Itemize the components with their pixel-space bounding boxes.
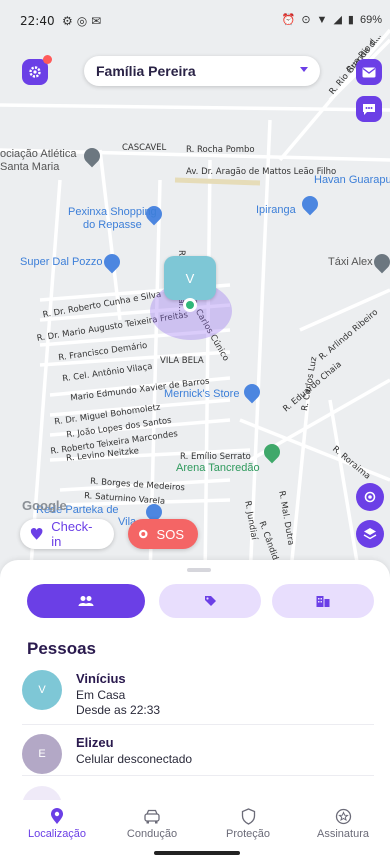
status-right-icons: ⏰ ⊙ ▼ ◢ ▮ 69% <box>281 13 382 27</box>
poi-peixinxa[interactable]: Pexinxa Shopping do Repasse <box>68 206 157 232</box>
poi-ipiranga[interactable]: Ipiranga <box>256 204 296 216</box>
star-badge-icon <box>335 808 351 825</box>
alarm-icon: ⏰ <box>281 14 296 26</box>
nav-protecao[interactable]: Proteção <box>203 808 293 840</box>
chat-bubble-icon <box>363 103 375 115</box>
person-status: Em Casa <box>76 688 126 702</box>
poi-havan[interactable]: Havan Guarapu <box>314 174 390 186</box>
recenter-button[interactable] <box>356 483 384 511</box>
heart-pin-icon <box>30 527 43 540</box>
battery-percent: 69% <box>359 13 382 26</box>
lifebuoy-icon <box>138 529 148 539</box>
sheet-drag-handle[interactable] <box>187 568 211 572</box>
person-row[interactable]: E Elizeu Celular desconectado <box>22 734 372 794</box>
location-icon: ⊙ <box>301 14 311 26</box>
tab-devices[interactable] <box>159 584 261 618</box>
family-name: Família Pereira <box>96 63 196 79</box>
nav-localizacao[interactable]: Localização <box>12 808 102 840</box>
tab-places[interactable] <box>272 584 374 618</box>
street-label: R. Rocha Pombo <box>186 145 255 155</box>
family-selector[interactable]: Família Pereira <box>84 56 320 86</box>
sos-label: SOS <box>156 526 184 542</box>
street-label: CASCAVEL <box>122 143 167 153</box>
layers-button[interactable] <box>356 520 384 548</box>
notification-dot <box>43 55 52 64</box>
signal-icon: ◢ <box>333 14 342 26</box>
person-since: Desde as 22:33 <box>76 703 161 717</box>
gear-icon <box>29 66 41 78</box>
avatar: E <box>22 734 62 774</box>
poi-mernicks[interactable]: Mernick's Store <box>164 388 239 400</box>
mail-button[interactable] <box>356 59 382 85</box>
checkin-label: Check-in <box>51 519 93 549</box>
settings-button[interactable] <box>22 55 52 85</box>
status-bar: 22:40 ⚙◎✉ ⏰ ⊙ ▼ ◢ ▮ 69% <box>0 0 390 40</box>
person-name: Vinícius <box>76 671 126 686</box>
chat-button[interactable] <box>356 96 382 122</box>
poi-taxi-alex[interactable]: Táxi Alex <box>328 256 373 268</box>
poi-super-dal-pozzo[interactable]: Super Dal Pozzo <box>20 256 103 268</box>
nav-conducao[interactable]: Condução <box>107 808 197 840</box>
google-logo: Google <box>22 498 67 513</box>
person-row[interactable]: V Vinícius Em Casa Desde as 22:33 <box>22 670 372 730</box>
chevron-down-icon <box>300 67 308 72</box>
nav-assinatura[interactable]: Assinatura <box>298 808 388 840</box>
location-pin-icon <box>51 808 63 824</box>
member-avatar-pin[interactable]: V <box>164 256 216 300</box>
member-location-dot <box>183 298 197 312</box>
bottom-navigation: Localização Condução Proteção Assinatura <box>0 800 390 844</box>
car-icon <box>144 809 160 824</box>
avatar-initial: V <box>185 270 195 286</box>
person-status: Celular desconectado <box>76 752 193 766</box>
people-icon <box>78 596 94 606</box>
wifi-icon: ▼ <box>316 13 328 26</box>
battery-icon: ▮ <box>347 14 354 26</box>
divider <box>22 775 374 776</box>
street-label: VILA BELA <box>160 356 204 366</box>
notification-icons: ⚙◎✉ <box>62 14 106 28</box>
tab-people[interactable] <box>27 584 145 618</box>
target-icon <box>364 491 376 503</box>
poi-associacao[interactable]: ociação Atlética Santa Maria <box>0 148 76 174</box>
building-icon <box>316 596 330 607</box>
mail-icon <box>362 67 376 77</box>
person-name: Elizeu <box>76 735 114 750</box>
section-title: Pessoas <box>27 639 96 658</box>
sos-button[interactable]: SOS <box>128 519 198 549</box>
checkin-button[interactable]: Check-in <box>20 519 114 549</box>
tag-icon <box>205 596 216 606</box>
avatar: V <box>22 670 62 710</box>
map-view[interactable]: 22:40 ⚙◎✉ ⏰ ⊙ ▼ ◢ ▮ 69% Família Pereira <box>0 0 390 580</box>
shield-icon <box>241 808 255 825</box>
layers-icon <box>363 528 377 540</box>
street-label: R. Emílio Serrato <box>180 452 251 462</box>
status-time: 22:40 <box>20 14 55 28</box>
divider <box>22 724 374 725</box>
poi-arena[interactable]: Arena Tancredão <box>176 462 260 474</box>
home-indicator <box>154 851 240 855</box>
